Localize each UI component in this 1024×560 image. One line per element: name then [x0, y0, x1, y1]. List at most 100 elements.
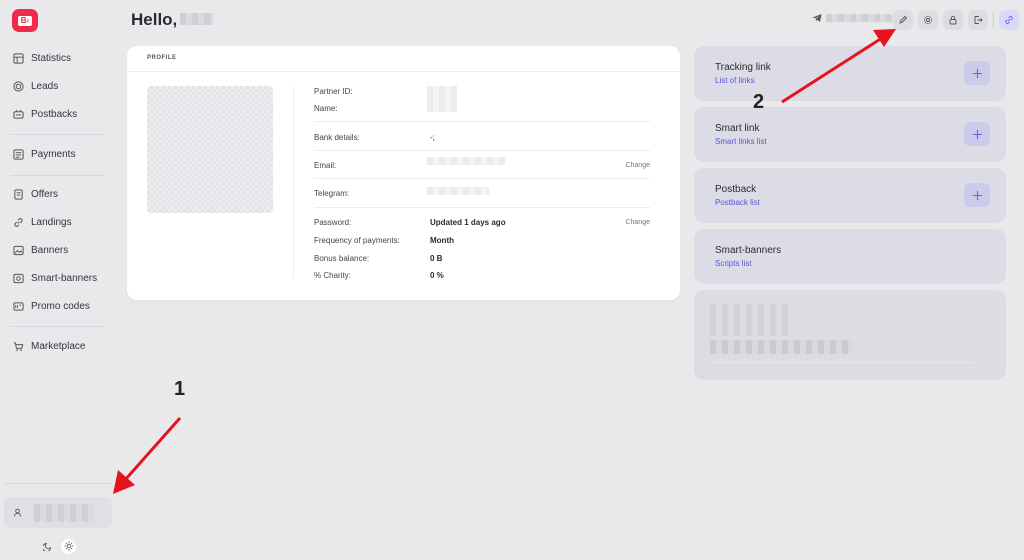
- plus-icon: [972, 190, 982, 200]
- email-label: Email:: [314, 161, 337, 170]
- sidebar-item-marketplace[interactable]: Marketplace: [0, 332, 118, 360]
- password-label: Password:: [314, 218, 352, 227]
- app-logo[interactable]: B›: [12, 9, 38, 32]
- page-title: Hello,: [131, 10, 214, 30]
- scripts-list-link[interactable]: Scripts list: [715, 259, 751, 268]
- frequency-value: Month: [430, 236, 454, 245]
- sidebar-divider: [4, 483, 112, 484]
- name-label: Name:: [314, 104, 338, 113]
- theme-toggle[interactable]: [40, 538, 76, 554]
- sidebar-item-label: Smart-banners: [31, 272, 98, 284]
- user-account-button[interactable]: [4, 497, 112, 528]
- moon-icon[interactable]: [40, 539, 55, 554]
- partner-id-redacted: [427, 86, 457, 112]
- manager-info-card: [694, 290, 1006, 380]
- sun-icon[interactable]: [61, 538, 76, 554]
- annotation-number-2: 2: [753, 91, 765, 113]
- change-password-link[interactable]: Change: [625, 219, 650, 226]
- field-divider: [314, 207, 650, 208]
- sidebar-item-banners[interactable]: Banners: [0, 236, 118, 264]
- card-title: Smart link: [715, 123, 760, 134]
- add-tracking-link-button[interactable]: [964, 61, 990, 85]
- lock-icon: [949, 15, 957, 25]
- bank-details-value: -;: [430, 133, 435, 142]
- postback-list-link[interactable]: Postback list: [715, 198, 760, 207]
- card-divider: [127, 71, 680, 72]
- username-redacted: [180, 12, 214, 25]
- sidebar-item-label: Marketplace: [31, 340, 86, 352]
- bank-details-label: Bank details:: [314, 133, 360, 142]
- sidebar-item-leads[interactable]: Leads: [0, 72, 118, 100]
- smart-links-list-link[interactable]: Smart links list: [715, 137, 767, 146]
- field-divider: [314, 150, 650, 151]
- link-icon: [1005, 16, 1013, 24]
- sidebar-item-label: Offers: [31, 188, 59, 200]
- telegram-handle-redacted: [826, 14, 892, 22]
- avatar[interactable]: [147, 86, 273, 213]
- column-divider: [293, 86, 294, 278]
- field-divider: [314, 178, 650, 179]
- link-icon: [12, 216, 24, 228]
- sidebar-item-statistics[interactable]: Statistics: [0, 44, 118, 72]
- plus-icon: [972, 68, 982, 78]
- logo-mark-icon: B›: [18, 15, 32, 26]
- sidebar-item-offers[interactable]: Offers: [0, 180, 118, 208]
- sidebar-divider: [10, 326, 104, 327]
- promo-icon: [12, 300, 24, 312]
- partner-id-label: Partner ID:: [314, 87, 353, 96]
- link-button[interactable]: [999, 10, 1019, 30]
- telegram-icon: [812, 14, 822, 22]
- add-postback-button[interactable]: [964, 183, 990, 207]
- username-redacted: [34, 503, 94, 522]
- tracking-link-card: Tracking link List of links: [694, 46, 1006, 101]
- offers-icon: [12, 188, 24, 200]
- sidebar-item-payments[interactable]: Payments: [0, 140, 118, 168]
- telegram-redacted: [427, 187, 489, 195]
- manager-info-redacted: [710, 304, 790, 336]
- arrow-one: [113, 417, 182, 494]
- sidebar-divider: [10, 175, 104, 176]
- nav-group-reports: Statistics Leads Postbacks: [0, 44, 118, 128]
- telegram-contact[interactable]: [812, 13, 892, 23]
- manager-contact-redacted: [710, 340, 852, 354]
- sidebar-item-landings[interactable]: Landings: [0, 208, 118, 236]
- smart-link-card: Smart link Smart links list: [694, 107, 1006, 162]
- table-icon: [12, 52, 24, 64]
- greeting-text: Hello,: [131, 10, 178, 29]
- profile-card: PROFILE Partner ID: Name: Bank details: …: [127, 46, 680, 300]
- sidebar-item-promo-codes[interactable]: Promo codes: [0, 292, 118, 320]
- sidebar-item-postbacks[interactable]: Postbacks: [0, 100, 118, 128]
- charity-value: 0 %: [430, 271, 444, 280]
- gear-icon: [923, 15, 933, 25]
- change-email-link[interactable]: Change: [625, 162, 650, 169]
- image-icon: [12, 244, 24, 256]
- sidebar-item-smart-banners[interactable]: Smart-banners: [0, 264, 118, 292]
- card-title: PROFILE: [147, 55, 177, 61]
- card-title: Postback: [715, 184, 757, 195]
- annotation-number-1: 1: [174, 378, 186, 400]
- bonus-label: Bonus balance:: [314, 254, 370, 263]
- edit-button[interactable]: [893, 10, 913, 30]
- header-separator: [993, 12, 994, 28]
- smart-banners-card: Smart-banners Scripts list: [694, 229, 1006, 284]
- list-of-links-link[interactable]: List of links: [715, 76, 755, 85]
- user-icon: [13, 504, 22, 522]
- sidebar-item-label: Statistics: [31, 52, 72, 64]
- smart-banner-icon: [12, 272, 24, 284]
- bonus-value: 0 B: [430, 254, 443, 263]
- settings-button[interactable]: [918, 10, 938, 30]
- add-smart-link-button[interactable]: [964, 122, 990, 146]
- nav-group-promo: Offers Landings Banners Smart-banners Pr…: [0, 180, 118, 320]
- cart-icon: [12, 340, 24, 352]
- postback-icon: [12, 108, 24, 120]
- sidebar-item-label: Postbacks: [31, 108, 78, 120]
- plus-icon: [972, 129, 982, 139]
- payments-icon: [12, 148, 24, 160]
- card-divider: [710, 362, 974, 363]
- password-value: Updated 1 days ago: [430, 218, 506, 227]
- pencil-icon: [899, 15, 908, 24]
- security-button[interactable]: [943, 10, 963, 30]
- postback-card: Postback Postback list: [694, 168, 1006, 223]
- logout-button[interactable]: [968, 10, 988, 30]
- sidebar: B› Statistics Leads Postbacks Payments O…: [0, 0, 118, 560]
